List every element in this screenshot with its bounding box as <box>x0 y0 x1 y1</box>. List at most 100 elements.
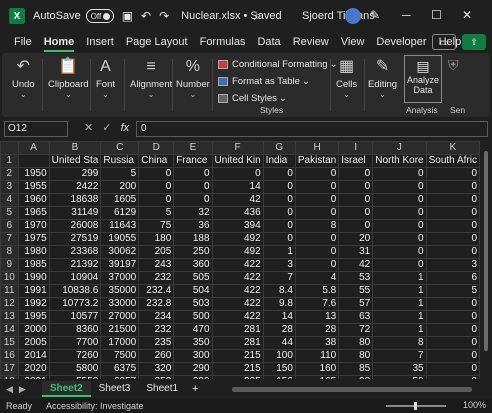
cell[interactable]: 205 <box>138 245 175 259</box>
row-header[interactable]: 18 <box>0 375 19 379</box>
cell[interactable]: 500 <box>173 310 213 324</box>
cell[interactable]: 156 <box>262 375 296 379</box>
row-header[interactable]: 13 <box>0 310 19 324</box>
cell[interactable]: 281 <box>211 323 264 337</box>
cell[interactable]: 3 <box>425 258 480 272</box>
sheet-tab-sheet3[interactable]: Sheet3 <box>91 381 139 397</box>
cell[interactable]: 28 <box>294 323 340 337</box>
cell[interactable]: 5.8 <box>294 284 340 298</box>
cell[interactable]: 31149 <box>48 206 102 220</box>
cell[interactable]: 2020 <box>17 362 50 376</box>
cell[interactable]: 8.4 <box>262 284 296 298</box>
cell[interactable]: 503 <box>173 297 213 311</box>
autosave-toggle[interactable]: Off <box>85 9 114 23</box>
cell[interactable]: 1990 <box>17 271 50 285</box>
cell[interactable]: 504 <box>173 284 213 298</box>
cell[interactable]: 1 <box>372 323 427 337</box>
row-header[interactable]: 8 <box>0 245 19 259</box>
cell[interactable]: 50 <box>372 375 427 379</box>
cell[interactable]: 1605 <box>100 193 140 207</box>
row-header[interactable]: 9 <box>0 258 19 272</box>
cell[interactable]: 0 <box>262 219 296 233</box>
cell[interactable]: 422 <box>211 297 264 311</box>
cell[interactable]: 232.8 <box>138 297 175 311</box>
cell[interactable]: 10838.6 <box>48 284 102 298</box>
tab-page-layout[interactable]: Page Layout <box>120 32 194 52</box>
cell[interactable]: 260 <box>138 349 175 363</box>
cell[interactable]: 75 <box>138 219 175 233</box>
cell[interactable]: 0 <box>338 167 374 181</box>
tab-review[interactable]: Review <box>287 32 335 52</box>
font-group[interactable]: A Font ⌄ <box>96 57 115 99</box>
cell[interactable]: 0 <box>425 206 480 220</box>
cell[interactable]: 4 <box>294 271 340 285</box>
cell[interactable]: 3 <box>262 258 296 272</box>
column-header[interactable]: D <box>138 141 175 155</box>
cell[interactable]: 1995 <box>17 310 50 324</box>
cell[interactable]: 0 <box>138 167 175 181</box>
cell[interactable]: 281 <box>211 336 264 350</box>
cell[interactable]: 422 <box>211 271 264 285</box>
cell[interactable]: South Afric <box>425 154 480 168</box>
cell[interactable]: 5 <box>138 206 175 220</box>
cell[interactable]: 57 <box>338 297 374 311</box>
cell[interactable]: 0 <box>425 245 480 259</box>
tab-insert[interactable]: Insert <box>80 32 120 52</box>
name-box[interactable]: O12 <box>4 121 68 137</box>
cell[interactable]: 0 <box>262 180 296 194</box>
cell[interactable]: 165 <box>294 375 340 379</box>
cell[interactable]: 0 <box>425 375 480 379</box>
cell[interactable]: 180 <box>138 232 175 246</box>
cell[interactable]: 27000 <box>100 310 140 324</box>
avatar[interactable] <box>345 8 361 24</box>
cell[interactable]: 232.4 <box>138 284 175 298</box>
cell[interactable]: 80 <box>338 336 374 350</box>
cell[interactable]: 0 <box>262 206 296 220</box>
cell[interactable]: 33000 <box>100 297 140 311</box>
column-header[interactable]: J <box>372 141 427 155</box>
cell[interactable]: 1991 <box>17 284 50 298</box>
cell[interactable]: 1985 <box>17 258 50 272</box>
add-sheet-button[interactable]: + <box>192 383 198 395</box>
cell[interactable]: 1950 <box>17 167 50 181</box>
cell[interactable]: 234 <box>138 310 175 324</box>
tab-home[interactable]: Home <box>38 32 81 52</box>
cell[interactable]: 0 <box>425 323 480 337</box>
cell[interactable]: 36 <box>173 219 213 233</box>
cell[interactable]: United Kin <box>211 154 264 168</box>
cell[interactable]: 28 <box>262 323 296 337</box>
cell[interactable]: 0 <box>372 258 427 272</box>
pen-icon[interactable]: ✎ <box>370 8 380 22</box>
cell[interactable]: 85 <box>338 362 374 376</box>
search-icon[interactable]: ⌕ <box>254 8 261 24</box>
fx-icon[interactable]: fx <box>121 122 130 134</box>
cancel-icon[interactable]: ✕ <box>84 122 93 134</box>
cell[interactable]: 0 <box>262 193 296 207</box>
cell[interactable]: 1 <box>372 310 427 324</box>
cell[interactable]: 1970 <box>17 219 50 233</box>
cell[interactable]: 27519 <box>48 232 102 246</box>
cell[interactable]: 35 <box>372 362 427 376</box>
cell[interactable]: 42 <box>338 258 374 272</box>
cell[interactable]: 14 <box>211 180 264 194</box>
cell[interactable]: 150 <box>262 362 296 376</box>
cell[interactable]: 0 <box>211 167 264 181</box>
cell[interactable]: 0 <box>173 180 213 194</box>
row-header[interactable]: 12 <box>0 297 19 311</box>
cell[interactable]: United Sta <box>48 154 102 168</box>
horizontal-scrollbar[interactable] <box>232 387 472 392</box>
tab-formulas[interactable]: Formulas <box>194 32 252 52</box>
cell[interactable]: 0 <box>294 245 340 259</box>
cell[interactable]: 394 <box>211 219 264 233</box>
cell[interactable]: 422 <box>211 284 264 298</box>
row-header[interactable]: 3 <box>0 180 19 194</box>
cell[interactable]: 1 <box>262 245 296 259</box>
row-header[interactable]: 6 <box>0 219 19 233</box>
cell[interactable]: 0 <box>425 349 480 363</box>
cell[interactable]: 243 <box>138 258 175 272</box>
cell[interactable]: 0 <box>294 167 340 181</box>
cell[interactable]: 7260 <box>48 349 102 363</box>
cell[interactable]: 2000 <box>17 323 50 337</box>
cell[interactable]: 422 <box>211 258 264 272</box>
cell[interactable]: 13 <box>294 310 340 324</box>
